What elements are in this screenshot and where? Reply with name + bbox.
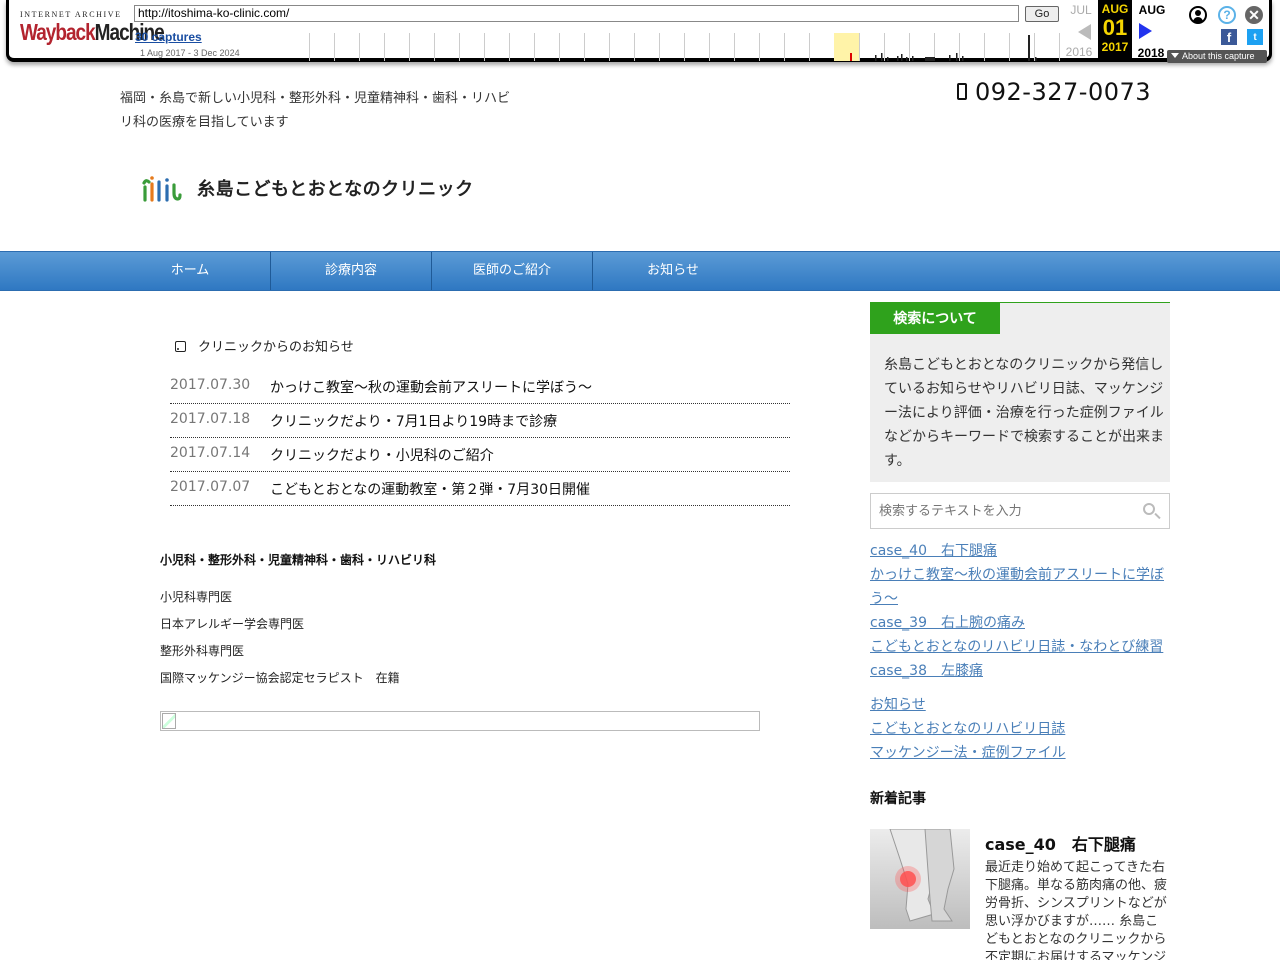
leg-illustration-icon xyxy=(889,829,955,922)
news-date: 2017.07.30 xyxy=(170,377,251,393)
news-item[interactable]: 2017.07.07 こどもとおとなの運動教室・第２弾・7月30日開催 xyxy=(170,473,790,506)
search-icon[interactable] xyxy=(1143,503,1155,515)
search-about-text: 糸島こどもとおとなのクリニックから発信しているお知らせやリハビリ日誌、マッケンジ… xyxy=(884,357,1164,469)
help-icon[interactable]: ? xyxy=(1218,6,1236,24)
nav-item-home[interactable]: ホーム xyxy=(110,252,270,290)
specialty-line: 国際マッケンジー協会認定セラピスト 在籍 xyxy=(160,671,400,685)
nav-item-news[interactable]: お知らせ xyxy=(593,252,753,290)
wayback-current-year: 2017 xyxy=(1101,40,1129,54)
news-title-link[interactable]: クリニックだより・小児科のご紹介 xyxy=(270,445,494,465)
about-capture-label: About this capture xyxy=(1182,51,1255,61)
phone-icon xyxy=(957,82,967,100)
category-link[interactable]: こどもとおとなのリハビリ日誌 xyxy=(870,717,1170,741)
wayback-next-year: 2018 xyxy=(1137,46,1165,60)
logo-text: 糸島こどもとおとなのクリニック xyxy=(197,179,474,200)
specialties-title: 小児科・整形外科・児童精神科・歯科・リハビリ科 xyxy=(160,553,437,567)
wayback-capture-range: 1 Aug 2017 - 3 Dec 2024 xyxy=(140,48,240,58)
recent-post-link[interactable]: case_38 左膝痛 xyxy=(870,659,1170,683)
news-item[interactable]: 2017.07.30 かっけこ教室〜秋の運動会前アスリートに学ぼう〜 xyxy=(170,371,790,404)
wayback-current-date: AUG 01 2017 xyxy=(1098,0,1132,62)
wayback-go-button[interactable]: Go xyxy=(1025,6,1059,22)
news-heading: クリニックからのお知らせ xyxy=(175,336,354,355)
news-date: 2017.07.14 xyxy=(170,445,251,461)
category-link[interactable]: マッケンジー法・症例ファイル xyxy=(870,741,1170,765)
news-item[interactable]: 2017.07.18 クリニックだより・7月1日より19時まで診療 xyxy=(170,405,790,438)
recent-post-link[interactable]: こどもとおとなのリハビリ日誌・なわとび練習 xyxy=(870,635,1170,659)
wayback-capture-sparkline[interactable] xyxy=(309,33,1061,61)
wayback-logo-subtitle: INTERNET ARCHIVE xyxy=(20,10,122,19)
nav-item-services[interactable]: 診療内容 xyxy=(271,252,431,290)
search-about-title: 検索について xyxy=(870,303,1000,334)
category-link[interactable]: お知らせ xyxy=(870,693,1170,717)
search-about-widget: 検索について 糸島こどもとおとなのクリニックから発信しているお知らせやリハビリ日… xyxy=(870,302,1170,482)
news-title-link[interactable]: かっけこ教室〜秋の運動会前アスリートに学ぼう〜 xyxy=(270,377,592,397)
new-posts-heading: 新着記事 xyxy=(870,791,926,807)
broken-image-placeholder xyxy=(160,711,760,731)
news-date: 2017.07.18 xyxy=(170,411,251,427)
next-arrow-icon[interactable] xyxy=(1139,23,1152,39)
wayback-logo-wordmark: WaybackMachine xyxy=(20,21,165,47)
news-item[interactable]: 2017.07.14 クリニックだより・小児科のご紹介 xyxy=(170,439,790,472)
search-box xyxy=(870,493,1170,529)
main-nav: ホーム 診療内容 医師のご紹介 お知らせ xyxy=(0,251,1280,291)
wayback-current-day: 01 xyxy=(1102,15,1128,40)
news-date: 2017.07.07 xyxy=(170,479,251,495)
wayback-captures-link[interactable]: 30 captures xyxy=(135,30,202,44)
new-post-title[interactable]: case_40 右下腿痛 xyxy=(985,831,1136,855)
specialty-line: 小児科専門医 xyxy=(160,590,233,604)
phone-number-text: 092-327-0073 xyxy=(975,78,1152,106)
user-icon[interactable] xyxy=(1189,6,1207,24)
new-post-thumbnail[interactable] xyxy=(870,829,970,929)
news-title-link[interactable]: こどもとおとなの運動教室・第２弾・7月30日開催 xyxy=(270,479,590,499)
wayback-current-month: AUG xyxy=(1101,2,1129,16)
close-icon[interactable]: ✕ xyxy=(1245,6,1263,24)
caret-down-icon xyxy=(1171,53,1179,58)
wayback-toolbar: INTERNET ARCHIVE WaybackMachine http://i… xyxy=(0,0,1280,72)
phone-number[interactable]: 092-327-0073 xyxy=(957,78,1151,106)
wayback-url-input[interactable]: http://itoshima-ko-clinic.com/ xyxy=(134,5,1019,22)
logo-mark-icon xyxy=(142,176,182,202)
twitter-icon[interactable]: t xyxy=(1247,29,1263,45)
rss-icon xyxy=(175,341,186,352)
site-tagline: 福岡・糸島で新しい小児科・整形外科・児童精神科・歯科・リハビリ科の医療を目指して… xyxy=(120,91,511,130)
wayback-next-month[interactable]: AUG xyxy=(1137,3,1167,17)
recent-post-link[interactable]: case_39 右上腕の痛み xyxy=(870,611,1170,635)
nav-item-doctors[interactable]: 医師のご紹介 xyxy=(432,252,592,290)
about-capture-button[interactable]: About this capture xyxy=(1167,50,1267,63)
recent-post-link[interactable]: かっけこ教室〜秋の運動会前アスリートに学ぼう〜 xyxy=(870,563,1170,611)
prev-arrow-icon[interactable] xyxy=(1078,24,1091,40)
facebook-icon[interactable]: f xyxy=(1221,29,1237,45)
wayback-logo[interactable]: INTERNET ARCHIVE WaybackMachine xyxy=(20,10,165,52)
specialty-line: 日本アレルギー学会専門医 xyxy=(160,617,305,631)
news-title-link[interactable]: クリニックだより・7月1日より19時まで診療 xyxy=(270,411,557,431)
search-input[interactable] xyxy=(879,500,1129,522)
new-post-excerpt: 最近走り始めて起こってきた右下腿痛。単なる筋肉痛の他、疲労骨折、シンスプリントな… xyxy=(985,860,1168,960)
site-logo[interactable]: 糸島こどもとおとなのクリニック xyxy=(140,160,500,230)
wayback-prev-month[interactable]: JUL xyxy=(1066,3,1096,17)
wayback-prev-year: 2016 xyxy=(1065,45,1093,59)
news-heading-label: クリニックからのお知らせ xyxy=(198,340,354,355)
specialty-line: 整形外科専門医 xyxy=(160,644,245,658)
recent-post-link[interactable]: case_40 右下腿痛 xyxy=(870,539,1170,563)
